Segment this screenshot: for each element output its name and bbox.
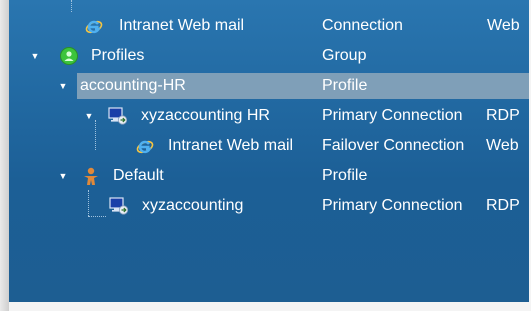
row-type: Connection (322, 17, 403, 34)
green-group-icon (59, 46, 79, 66)
row-name: accounting-HR (80, 77, 186, 94)
internet-explorer-icon (84, 16, 104, 36)
row-extra: Web (486, 137, 519, 154)
internet-explorer-icon (135, 136, 155, 156)
remote-desktop-icon (107, 106, 128, 126)
tree-row-intranet-web-mail-failover[interactable]: Intranet Web mail Failover Connection We… (9, 131, 529, 161)
expand-arrow-icon[interactable]: ▼ (57, 161, 69, 191)
row-type: Primary Connection (322, 107, 463, 124)
row-type: Primary Connection (322, 197, 463, 214)
tree-row-intranet-web-mail[interactable]: Intranet Web mail Connection Web (9, 11, 529, 41)
left-border (0, 0, 9, 311)
row-name: Default (113, 167, 164, 184)
row-name: xyzaccounting (142, 197, 244, 214)
row-type: Group (322, 47, 367, 64)
row-type: Profile (322, 77, 368, 94)
tree-row-xyzaccounting-hr[interactable]: ▼ xyzaccounting HR Primary Connection RD… (9, 101, 529, 131)
tree-row-xyzaccounting[interactable]: xyzaccounting Primary Connection RDP (9, 191, 529, 221)
orange-person-icon (81, 166, 101, 186)
remote-desktop-icon (108, 196, 129, 216)
expand-arrow-icon[interactable]: ▼ (29, 41, 41, 71)
row-name: Intranet Web mail (168, 137, 294, 154)
tree-row-default[interactable]: ▼ Default Profile (9, 161, 529, 191)
expand-arrow-icon[interactable]: ▼ (57, 71, 69, 101)
row-extra: Web (487, 17, 520, 34)
row-name: Profiles (91, 47, 145, 64)
tree-row-accounting-hr[interactable]: ▼ accounting-HR Profile (9, 71, 529, 101)
window-frame: Intranet Web mail Connection Web ▼ Profi… (0, 0, 531, 311)
tree-row-profiles[interactable]: ▼ Profiles Group (9, 41, 529, 71)
row-name: xyzaccounting HR (141, 107, 270, 124)
profile-tree-panel[interactable]: Intranet Web mail Connection Web ▼ Profi… (9, 0, 529, 302)
row-extra: RDP (486, 197, 520, 214)
row-extra: RDP (486, 107, 520, 124)
row-type: Profile (322, 167, 368, 184)
row-type: Failover Connection (322, 137, 465, 154)
expand-arrow-icon[interactable]: ▼ (83, 101, 95, 131)
row-name: Intranet Web mail (119, 17, 245, 34)
